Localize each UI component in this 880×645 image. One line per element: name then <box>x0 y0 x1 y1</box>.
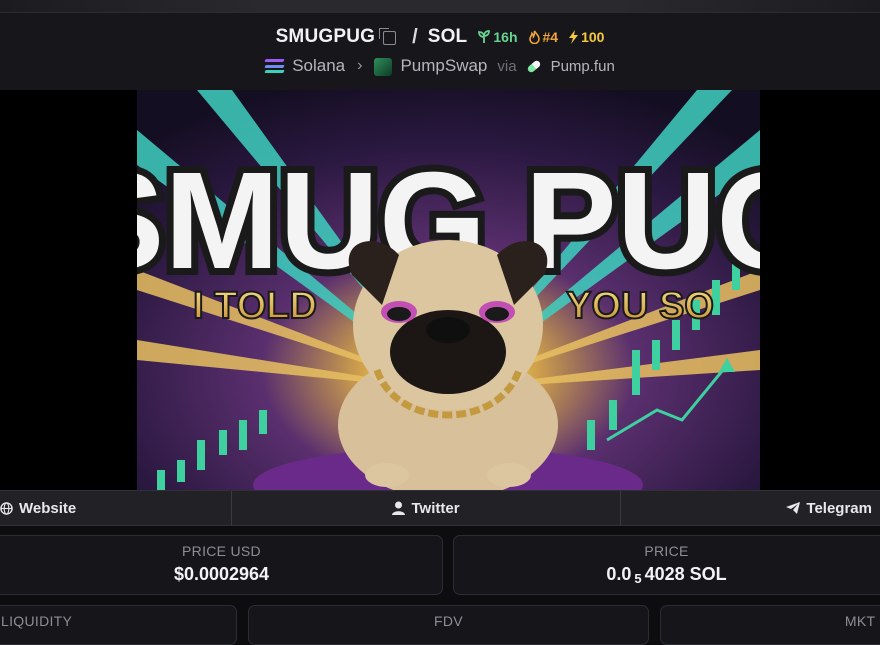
age-badge: 16h <box>477 29 518 45</box>
social-links-bar: Website Twitter Telegram <box>0 490 880 526</box>
user-icon <box>392 501 406 515</box>
price-digits: 4028 SOL <box>644 564 727 584</box>
quote-symbol: SOL <box>427 26 468 47</box>
pumpfun-pill-icon <box>525 58 542 74</box>
price-zero-count: 5 <box>634 571 642 586</box>
boost-badge[interactable]: 100 <box>568 29 604 45</box>
boost-text: 100 <box>581 29 605 45</box>
lightning-icon <box>569 30 579 44</box>
via-label: via <box>497 57 517 75</box>
fdv-card: FDV <box>248 605 649 645</box>
price-usd-card: PRICE USD $0.0002964 <box>0 535 443 595</box>
twitter-label: Twitter <box>411 499 460 517</box>
pair-title-row: SMUGPUG / SOL 16h #4 100 <box>0 24 880 50</box>
website-label: Website <box>19 499 77 517</box>
token-banner-image: SMUG PUG SMUG PUG I TOLD YOU SO <box>137 90 760 490</box>
telegram-label: Telegram <box>806 499 872 517</box>
send-icon <box>786 502 801 514</box>
fdv-label: FDV <box>434 613 463 629</box>
pumpswap-icon <box>374 58 393 76</box>
chevron-right-icon: › <box>357 57 363 74</box>
copy-icon[interactable] <box>379 28 397 45</box>
token-banner-area: SMUG PUG SMUG PUG I TOLD YOU SO <box>0 90 880 490</box>
seedling-icon <box>478 30 491 43</box>
price-sol-label: PRICE <box>644 543 689 559</box>
price-sol-value: 0.0 5 4028 SOL <box>454 564 879 586</box>
pair-source-row: Solana › PumpSwap via Pump.fun <box>0 54 880 78</box>
price-usd-value: $0.0002964 <box>173 564 270 584</box>
liquidity-label: LIQUIDITY <box>1 613 73 629</box>
banner-tagline-left: I TOLD <box>193 285 317 327</box>
price-prefix: 0.0 <box>606 564 632 584</box>
pug-illustration <box>338 240 558 490</box>
price-sol-card: PRICE 0.0 5 4028 SOL <box>453 535 880 595</box>
website-link[interactable]: Website <box>0 491 233 525</box>
solana-icon <box>264 59 285 73</box>
mkt-cap-card: MKT CAP <box>660 605 880 645</box>
globe-icon <box>0 501 13 515</box>
base-symbol: SMUGPUG <box>275 26 376 47</box>
telegram-link[interactable]: Telegram <box>621 491 880 525</box>
pair-header: SMUGPUG / SOL 16h #4 100 Solana › PumpSw… <box>0 12 880 92</box>
top-edge-strip <box>0 0 880 12</box>
flame-icon <box>528 30 540 44</box>
mkt-cap-label: MKT CAP <box>844 613 880 629</box>
trending-rank-badge[interactable]: #4 <box>528 29 559 45</box>
chain-link[interactable]: Solana <box>292 56 345 76</box>
price-usd-label: PRICE USD <box>182 543 261 559</box>
liquidity-card: LIQUIDITY <box>0 605 237 645</box>
twitter-link[interactable]: Twitter <box>232 491 621 525</box>
dex-link[interactable]: PumpSwap <box>400 56 487 76</box>
age-text: 16h <box>493 29 518 45</box>
rank-text: #4 <box>542 29 559 45</box>
pair-separator: / <box>412 25 418 48</box>
banner-tagline-right: YOU SO <box>566 285 714 327</box>
launchpad-link[interactable]: Pump.fun <box>551 58 615 75</box>
